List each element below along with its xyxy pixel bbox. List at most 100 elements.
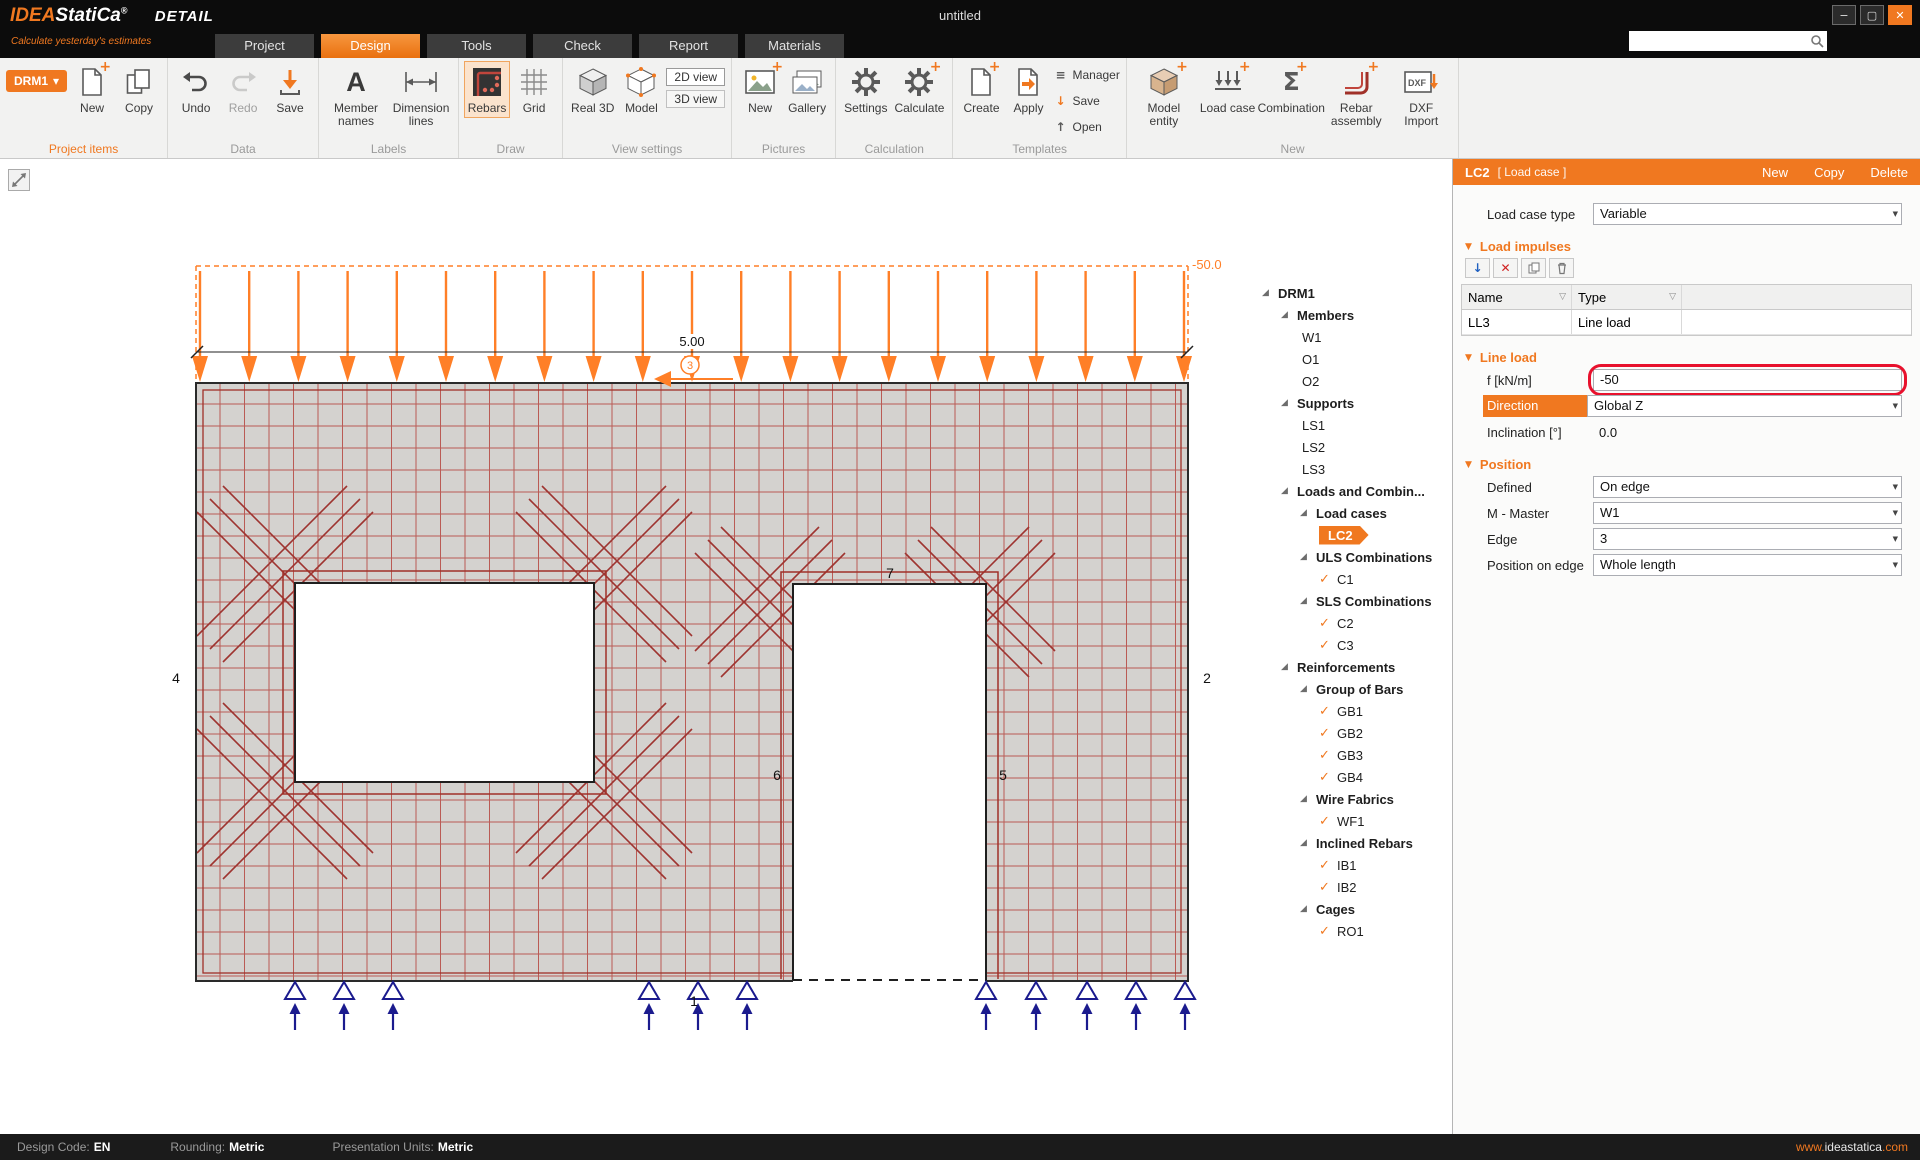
direction-select[interactable]: Global Z [1587, 395, 1902, 417]
close-button[interactable]: ✕ [1888, 5, 1912, 25]
load-case-type-select[interactable]: Variable [1593, 203, 1902, 225]
checkbox-checked-icon[interactable]: ✓ [1319, 924, 1335, 939]
dxf-import-button[interactable]: DXF DXF Import [1390, 62, 1452, 130]
tree-item-load-cases[interactable]: ◢Load cases [1256, 502, 1446, 524]
tree-item-loads-and-combin[interactable]: ◢Loads and Combin... [1256, 480, 1446, 502]
tab-report[interactable]: Report [639, 34, 738, 58]
checkbox-checked-icon[interactable]: ✓ [1319, 704, 1335, 719]
tree-item-gb4[interactable]: ✓GB4 [1256, 766, 1446, 788]
tab-materials[interactable]: Materials [745, 34, 844, 58]
line-load[interactable]: -50.0 [192, 257, 1222, 382]
tree-item-uls-combinations[interactable]: ◢ULS Combinations [1256, 546, 1446, 568]
expand-icon[interactable]: ◢ [1300, 684, 1314, 694]
redo-button[interactable]: Redo [221, 62, 265, 117]
tree-item-wf1[interactable]: ✓WF1 [1256, 810, 1446, 832]
tree-item-lc2[interactable]: LC2 [1256, 524, 1446, 546]
tree-item-w1[interactable]: W1 [1256, 326, 1446, 348]
model-view-button[interactable]: Model [619, 62, 663, 117]
copy-load-case-button[interactable]: Copy [1814, 165, 1844, 180]
checkbox-checked-icon[interactable]: ✓ [1319, 726, 1335, 741]
expand-icon[interactable]: ◢ [1281, 398, 1295, 408]
tree-item-c3[interactable]: ✓C3 [1256, 634, 1446, 656]
view-2d-button[interactable]: 2D view [666, 68, 725, 86]
calculate-button[interactable]: Calculate [892, 62, 946, 117]
delete-load-impulse-button[interactable]: ✕ [1493, 258, 1518, 278]
tree-item-c1[interactable]: ✓C1 [1256, 568, 1446, 590]
model-canvas-area[interactable]: -50.0 5.00 3 4 2 7 6 5 1 [0, 159, 1452, 1134]
edge-select[interactable]: 3 [1593, 528, 1902, 550]
checkbox-checked-icon[interactable]: ✓ [1319, 814, 1335, 829]
tree-item-o1[interactable]: O1 [1256, 348, 1446, 370]
rebar-assembly-button[interactable]: Rebar assembly [1325, 62, 1387, 130]
checkbox-checked-icon[interactable]: ✓ [1319, 880, 1335, 895]
tree-item-ls3[interactable]: LS3 [1256, 458, 1446, 480]
load-impulses-section[interactable]: ▼ Load impulses [1465, 239, 1912, 254]
inclination-value[interactable]: 0.0 [1593, 425, 1902, 440]
pan-control-icon[interactable] [8, 169, 30, 191]
expand-icon[interactable]: ◢ [1300, 794, 1314, 804]
tab-tools[interactable]: Tools [427, 34, 526, 58]
expand-icon[interactable]: ◢ [1300, 904, 1314, 914]
expand-icon[interactable]: ◢ [1281, 662, 1295, 672]
gallery-button[interactable]: Gallery [785, 62, 829, 117]
import-load-impulse-button[interactable]: ↓ [1465, 258, 1490, 278]
collapse-icon[interactable]: ▼ [1465, 460, 1472, 470]
tree-item-inclined-rebars[interactable]: ◢Inclined Rebars [1256, 832, 1446, 854]
collapse-icon[interactable]: ▼ [1465, 353, 1472, 363]
tree-item-cages[interactable]: ◢Cages [1256, 898, 1446, 920]
remove-load-impulse-button[interactable] [1549, 258, 1574, 278]
expand-icon[interactable]: ◢ [1281, 310, 1295, 320]
expand-icon[interactable]: ◢ [1300, 552, 1314, 562]
line-load-section[interactable]: ▼ Line load [1465, 350, 1912, 365]
checkbox-checked-icon[interactable]: ✓ [1319, 858, 1335, 873]
tree-item-group-of-bars[interactable]: ◢Group of Bars [1256, 678, 1446, 700]
table-row[interactable]: LL3 Line load [1462, 310, 1911, 335]
model-entity-button[interactable]: Model entity [1133, 62, 1195, 130]
master-select[interactable]: W1 [1593, 502, 1902, 524]
tree-item-gb2[interactable]: ✓GB2 [1256, 722, 1446, 744]
checkbox-checked-icon[interactable]: ✓ [1319, 616, 1335, 631]
tree-item-gb3[interactable]: ✓GB3 [1256, 744, 1446, 766]
checkbox-checked-icon[interactable]: ✓ [1319, 748, 1335, 763]
project-selector-button[interactable]: DRM1 ▾ [6, 70, 67, 92]
combination-button[interactable]: Σ Combination [1260, 62, 1322, 117]
tree-item-c2[interactable]: ✓C2 [1256, 612, 1446, 634]
delete-load-case-button[interactable]: Delete [1870, 165, 1908, 180]
tab-design[interactable]: Design [321, 34, 420, 58]
checkbox-checked-icon[interactable]: ✓ [1319, 770, 1335, 785]
position-section[interactable]: ▼ Position [1465, 457, 1912, 472]
save-button[interactable]: Save [268, 62, 312, 117]
project-copy-button[interactable]: Copy [117, 62, 161, 117]
copy-load-impulse-button[interactable] [1521, 258, 1546, 278]
dimension-lines-button[interactable]: Dimension lines [390, 62, 452, 130]
expand-icon[interactable]: ◢ [1281, 486, 1295, 496]
tree-item-ib1[interactable]: ✓IB1 [1256, 854, 1446, 876]
expand-icon[interactable]: ◢ [1262, 288, 1276, 298]
minimize-button[interactable]: − [1832, 5, 1856, 25]
line-supports[interactable] [285, 982, 1195, 1030]
tree-item-supports[interactable]: ◢Supports [1256, 392, 1446, 414]
tree-item-gb1[interactable]: ✓GB1 [1256, 700, 1446, 722]
load-case-button[interactable]: Load case [1198, 62, 1257, 117]
settings-button[interactable]: Settings [842, 62, 889, 117]
checkbox-checked-icon[interactable]: ✓ [1319, 572, 1335, 587]
new-load-case-button[interactable]: New [1762, 165, 1788, 180]
tree-item-ib2[interactable]: ✓IB2 [1256, 876, 1446, 898]
defined-select[interactable]: On edge [1593, 476, 1902, 498]
tree-item-drm1[interactable]: ◢DRM1 [1256, 282, 1446, 304]
create-template-button[interactable]: Create [959, 62, 1003, 117]
expand-icon[interactable]: ◢ [1300, 508, 1314, 518]
column-name[interactable]: Name [1462, 285, 1572, 309]
maximize-button[interactable]: ▢ [1860, 5, 1884, 25]
rebars-button[interactable]: Rebars [465, 62, 509, 117]
tree-item-o2[interactable]: O2 [1256, 370, 1446, 392]
checkbox-checked-icon[interactable]: ✓ [1319, 638, 1335, 653]
expand-icon[interactable]: ◢ [1300, 596, 1314, 606]
door-opening[interactable] [781, 572, 998, 982]
search-box[interactable] [1629, 31, 1827, 51]
column-type[interactable]: Type [1572, 285, 1682, 309]
tree-item-reinforcements[interactable]: ◢Reinforcements [1256, 656, 1446, 678]
tree-item-ls1[interactable]: LS1 [1256, 414, 1446, 436]
model-drawing[interactable]: -50.0 5.00 3 4 2 7 6 5 1 [0, 159, 1452, 1134]
view-3d-button[interactable]: 3D view [666, 90, 725, 108]
